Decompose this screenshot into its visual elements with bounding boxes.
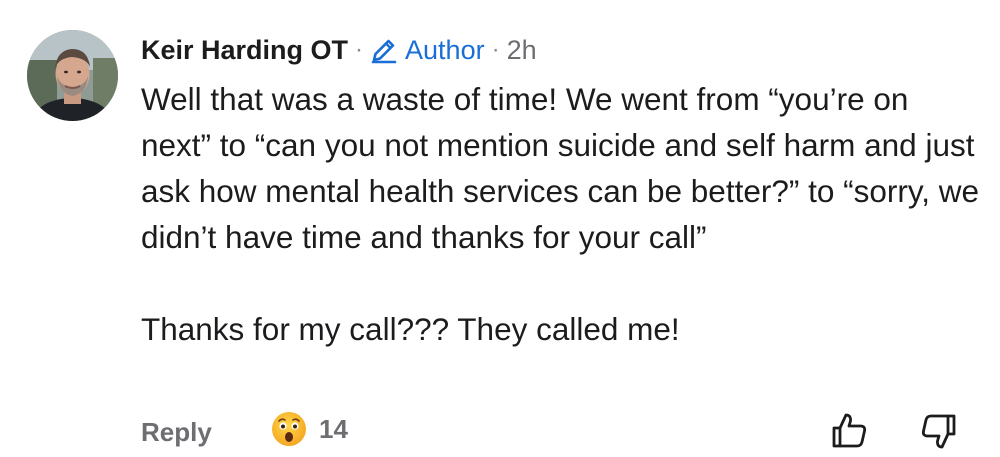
reaction-summary[interactable]: 14: [271, 411, 348, 447]
author-badge-label: Author: [405, 34, 485, 65]
comment-paragraph: Well that was a waste of time! We went f…: [141, 81, 980, 255]
thumbs-down-icon[interactable]: [919, 413, 959, 453]
avatar-photo: [27, 30, 118, 121]
reply-button[interactable]: Reply: [141, 417, 212, 448]
pencil-icon: [371, 39, 397, 64]
avatar[interactable]: [27, 30, 118, 121]
thumbs-up-icon[interactable]: [829, 411, 869, 451]
comment-body: Keir Harding OT · Author · 2h Well that …: [141, 30, 981, 352]
comment-header: Keir Harding OT · Author · 2h: [141, 30, 981, 70]
comment-paragraph: Thanks for my call??? They called me!: [141, 311, 680, 347]
timestamp[interactable]: 2h: [507, 35, 537, 66]
separator-dot: ·: [491, 36, 500, 63]
comment-actions: Reply 14: [141, 411, 971, 455]
reaction-count: 14: [319, 413, 348, 444]
separator-dot: ·: [355, 36, 364, 63]
author-name[interactable]: Keir Harding OT: [141, 35, 348, 66]
author-badge: Author: [370, 35, 485, 66]
comment-text: Well that was a waste of time! We went f…: [141, 76, 981, 352]
comment: Keir Harding OT · Author · 2h Well that …: [0, 0, 1000, 457]
astonished-face-emoji: [272, 412, 306, 446]
